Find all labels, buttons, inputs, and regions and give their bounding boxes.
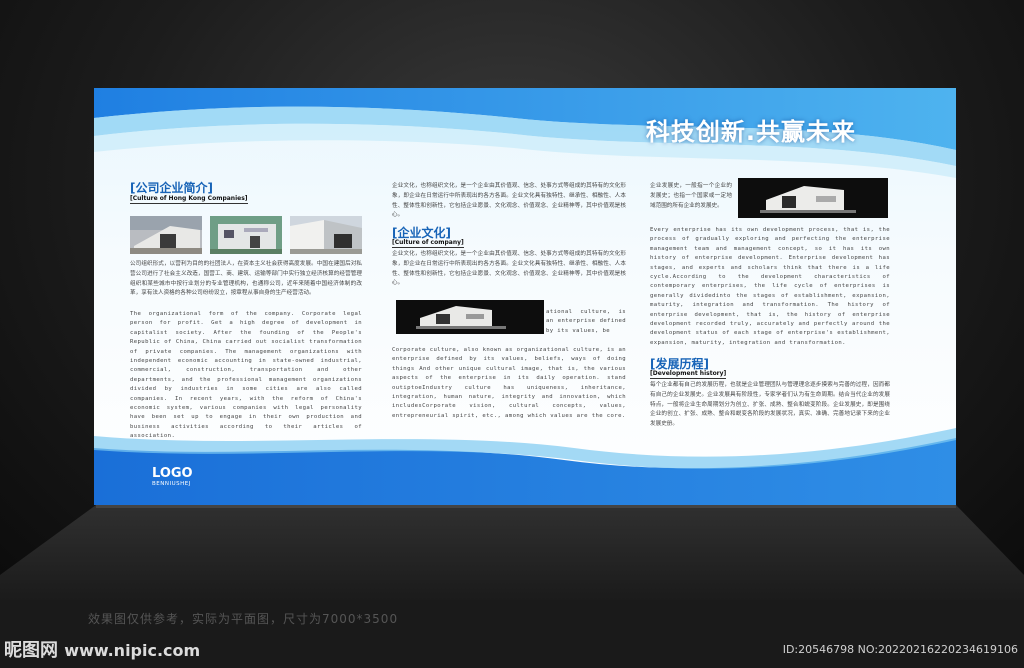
culture-cn-text: 企业文化，也称组织文化，是一个企业由其价值观、信念、处事方式等组成的其特有的文化… [392,251,626,287]
logo-title: LOGO [152,466,193,481]
board-slogan: 科技创新.共赢未来 [645,118,856,146]
building-banner-photo [396,300,544,334]
preview-note: 效果图仅供参考，实际为平面图，尺寸为7000*3500 [88,612,399,626]
history-subtitle: [Development history] [650,370,727,379]
company-intro-cn-text: 公司组织形式，以营利为目的的社团法人，在资本主义社会获得高度发展。中国在建国后对… [130,261,362,297]
company-logo: LOGO BENNIUSHEJ [152,466,193,487]
site-watermark: 昵图网 www.nipic.com [4,636,200,662]
history-en-text: Every enterprise has its own development… [650,227,890,346]
company-intro-en-text: The organizational form of the company. … [130,311,362,440]
image-id-text: ID:20546798 NO:20220216220234619106 [782,643,1018,656]
building-photo-1 [130,216,202,254]
building-photo-2 [210,216,282,254]
site-url: www.nipic.com [64,641,201,660]
site-name: 昵图网 [4,640,58,661]
culture-subtitle: [Culture of company] [392,239,464,248]
culture-en-text: Corporate culture, also known as organiz… [392,347,626,419]
culture-top-cn-text: 企业文化，也称组织文化，是一个企业由其价值观、信念、处事方式等组成的其特有的文化… [392,183,626,219]
culture-side-text: ational culture, is an enterprise define… [546,309,626,334]
history-cn-text: 每个企业都有自己的发展历程，也就是企业管理团队与管理理念逐步摸索与完善的过程，因… [650,382,890,428]
building-photo-3 [290,216,362,254]
building-history-photo [738,178,888,218]
company-intro-subtitle: [Culture of Hong Kong Companies] [130,195,248,204]
company-intro-title: [公司企业简介] [130,181,213,195]
logo-subtitle: BENNIUSHEJ [152,481,191,487]
stage-floor [0,505,1024,600]
history-top-cn-text: 企业发展史，一般指一个企业的发展史；也指一个国家或一定地域范围的所有企业的发展史… [650,183,732,209]
display-board: 科技创新.共赢未来 [公司企业简介] [Culture of Hong Kong… [94,88,956,505]
